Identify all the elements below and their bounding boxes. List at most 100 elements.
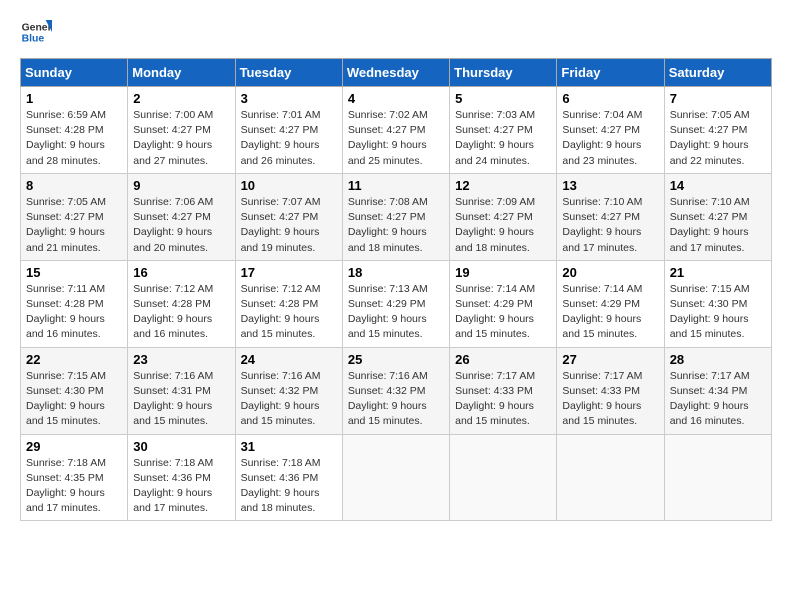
day-info: Sunrise: 7:07 AMSunset: 4:27 PMDaylight:… [241, 195, 337, 256]
day-info: Sunrise: 7:15 AMSunset: 4:30 PMDaylight:… [670, 282, 766, 343]
calendar-cell [664, 434, 771, 521]
day-info: Sunrise: 7:16 AMSunset: 4:32 PMDaylight:… [241, 369, 337, 430]
calendar-body: 1 Sunrise: 6:59 AMSunset: 4:28 PMDaylight… [21, 87, 772, 521]
day-number: 12 [455, 178, 551, 193]
day-info: Sunrise: 7:01 AMSunset: 4:27 PMDaylight:… [241, 108, 337, 169]
calendar-cell: 18 Sunrise: 7:13 AMSunset: 4:29 PMDayligh… [342, 260, 449, 347]
day-info: Sunrise: 7:13 AMSunset: 4:29 PMDaylight:… [348, 282, 444, 343]
calendar-cell: 30Sunrise: 7:18 AMSunset: 4:36 PMDayligh… [128, 434, 235, 521]
day-info: Sunrise: 7:16 AMSunset: 4:31 PMDaylight:… [133, 369, 229, 430]
calendar-cell: 15 Sunrise: 7:11 AMSunset: 4:28 PMDayligh… [21, 260, 128, 347]
calendar-cell: 16 Sunrise: 7:12 AMSunset: 4:28 PMDayligh… [128, 260, 235, 347]
calendar-week-row: 1 Sunrise: 6:59 AMSunset: 4:28 PMDaylight… [21, 87, 772, 174]
day-number: 4 [348, 91, 444, 106]
svg-text:Blue: Blue [22, 34, 45, 45]
calendar-cell: 5Sunrise: 7:03 AMSunset: 4:27 PMDaylight… [450, 87, 557, 174]
calendar-cell: 27 Sunrise: 7:17 AMSunset: 4:33 PMDayligh… [557, 347, 664, 434]
day-info: Sunrise: 7:12 AMSunset: 4:28 PMDaylight:… [133, 282, 229, 343]
day-number: 18 [348, 265, 444, 280]
calendar-cell: 3 Sunrise: 7:01 AMSunset: 4:27 PMDaylight… [235, 87, 342, 174]
calendar-week-row: 8 Sunrise: 7:05 AMSunset: 4:27 PMDaylight… [21, 173, 772, 260]
calendar-cell: 17 Sunrise: 7:12 AMSunset: 4:28 PMDayligh… [235, 260, 342, 347]
day-info: Sunrise: 7:17 AMSunset: 4:34 PMDaylight:… [670, 369, 766, 430]
calendar-cell: 31 Sunrise: 7:18 AMSunset: 4:36 PMDayligh… [235, 434, 342, 521]
day-header-thursday: Thursday [450, 59, 557, 87]
calendar-cell: 4 Sunrise: 7:02 AMSunset: 4:27 PMDaylight… [342, 87, 449, 174]
calendar-cell: 25 Sunrise: 7:16 AMSunset: 4:32 PMDayligh… [342, 347, 449, 434]
day-info: Sunrise: 7:04 AMSunset: 4:27 PMDaylight:… [562, 108, 658, 169]
day-number: 25 [348, 352, 444, 367]
day-info: Sunrise: 7:05 AMSunset: 4:27 PMDaylight:… [26, 195, 122, 256]
day-header-monday: Monday [128, 59, 235, 87]
calendar-cell: 21 Sunrise: 7:15 AMSunset: 4:30 PMDayligh… [664, 260, 771, 347]
day-info: Sunrise: 6:59 AMSunset: 4:28 PMDaylight:… [26, 108, 122, 169]
calendar-cell: 11 Sunrise: 7:08 AMSunset: 4:27 PMDayligh… [342, 173, 449, 260]
day-number: 2 [133, 91, 229, 106]
calendar-cell: 13 Sunrise: 7:10 AMSunset: 4:27 PMDayligh… [557, 173, 664, 260]
calendar-cell: 10 Sunrise: 7:07 AMSunset: 4:27 PMDayligh… [235, 173, 342, 260]
day-info: Sunrise: 7:06 AMSunset: 4:27 PMDaylight:… [133, 195, 229, 256]
calendar-cell: 24Sunrise: 7:16 AMSunset: 4:32 PMDayligh… [235, 347, 342, 434]
day-number: 1 [26, 91, 122, 106]
calendar-week-row: 29 Sunrise: 7:18 AMSunset: 4:35 PMDayligh… [21, 434, 772, 521]
day-number: 7 [670, 91, 766, 106]
day-info: Sunrise: 7:14 AMSunset: 4:29 PMDaylight:… [455, 282, 551, 343]
calendar-cell [450, 434, 557, 521]
day-header-saturday: Saturday [664, 59, 771, 87]
day-info: Sunrise: 7:16 AMSunset: 4:32 PMDaylight:… [348, 369, 444, 430]
day-number: 20 [562, 265, 658, 280]
day-number: 28 [670, 352, 766, 367]
calendar-cell: 26 Sunrise: 7:17 AMSunset: 4:33 PMDayligh… [450, 347, 557, 434]
day-info: Sunrise: 7:11 AMSunset: 4:28 PMDaylight:… [26, 282, 122, 343]
day-info: Sunrise: 7:18 AMSunset: 4:35 PMDaylight:… [26, 456, 122, 517]
day-number: 8 [26, 178, 122, 193]
day-number: 14 [670, 178, 766, 193]
calendar-cell: 2 Sunrise: 7:00 AMSunset: 4:27 PMDaylight… [128, 87, 235, 174]
calendar-cell: 6 Sunrise: 7:04 AMSunset: 4:27 PMDaylight… [557, 87, 664, 174]
calendar-cell: 14 Sunrise: 7:10 AMSunset: 4:27 PMDayligh… [664, 173, 771, 260]
calendar-cell: 19 Sunrise: 7:14 AMSunset: 4:29 PMDayligh… [450, 260, 557, 347]
day-info: Sunrise: 7:09 AMSunset: 4:27 PMDaylight:… [455, 195, 551, 256]
day-number: 29 [26, 439, 122, 454]
day-info: Sunrise: 7:17 AMSunset: 4:33 PMDaylight:… [455, 369, 551, 430]
header: General Blue [20, 16, 772, 48]
day-info: Sunrise: 7:03 AMSunset: 4:27 PMDaylight:… [455, 108, 551, 169]
day-header-sunday: Sunday [21, 59, 128, 87]
calendar-cell: 12 Sunrise: 7:09 AMSunset: 4:27 PMDayligh… [450, 173, 557, 260]
day-number: 15 [26, 265, 122, 280]
calendar-cell: 8 Sunrise: 7:05 AMSunset: 4:27 PMDaylight… [21, 173, 128, 260]
day-number: 27 [562, 352, 658, 367]
day-info: Sunrise: 7:02 AMSunset: 4:27 PMDaylight:… [348, 108, 444, 169]
calendar-cell: 29 Sunrise: 7:18 AMSunset: 4:35 PMDayligh… [21, 434, 128, 521]
day-info: Sunrise: 7:18 AMSunset: 4:36 PMDaylight:… [133, 456, 229, 517]
calendar-cell [557, 434, 664, 521]
day-number: 23 [133, 352, 229, 367]
day-number: 16 [133, 265, 229, 280]
day-number: 22 [26, 352, 122, 367]
day-number: 17 [241, 265, 337, 280]
day-number: 10 [241, 178, 337, 193]
day-number: 31 [241, 439, 337, 454]
day-number: 6 [562, 91, 658, 106]
day-info: Sunrise: 7:10 AMSunset: 4:27 PMDaylight:… [562, 195, 658, 256]
day-number: 13 [562, 178, 658, 193]
calendar-cell: 20 Sunrise: 7:14 AMSunset: 4:29 PMDayligh… [557, 260, 664, 347]
day-number: 19 [455, 265, 551, 280]
calendar-cell: 7Sunrise: 7:05 AMSunset: 4:27 PMDaylight… [664, 87, 771, 174]
calendar-week-row: 22 Sunrise: 7:15 AMSunset: 4:30 PMDayligh… [21, 347, 772, 434]
day-info: Sunrise: 7:10 AMSunset: 4:27 PMDaylight:… [670, 195, 766, 256]
calendar-cell: 1 Sunrise: 6:59 AMSunset: 4:28 PMDaylight… [21, 87, 128, 174]
day-number: 26 [455, 352, 551, 367]
day-header-wednesday: Wednesday [342, 59, 449, 87]
day-info: Sunrise: 7:15 AMSunset: 4:30 PMDaylight:… [26, 369, 122, 430]
day-info: Sunrise: 7:14 AMSunset: 4:29 PMDaylight:… [562, 282, 658, 343]
day-number: 3 [241, 91, 337, 106]
day-number: 11 [348, 178, 444, 193]
day-number: 21 [670, 265, 766, 280]
calendar-cell: 22 Sunrise: 7:15 AMSunset: 4:30 PMDayligh… [21, 347, 128, 434]
day-info: Sunrise: 7:00 AMSunset: 4:27 PMDaylight:… [133, 108, 229, 169]
day-info: Sunrise: 7:12 AMSunset: 4:28 PMDaylight:… [241, 282, 337, 343]
day-info: Sunrise: 7:08 AMSunset: 4:27 PMDaylight:… [348, 195, 444, 256]
day-info: Sunrise: 7:18 AMSunset: 4:36 PMDaylight:… [241, 456, 337, 517]
day-info: Sunrise: 7:17 AMSunset: 4:33 PMDaylight:… [562, 369, 658, 430]
